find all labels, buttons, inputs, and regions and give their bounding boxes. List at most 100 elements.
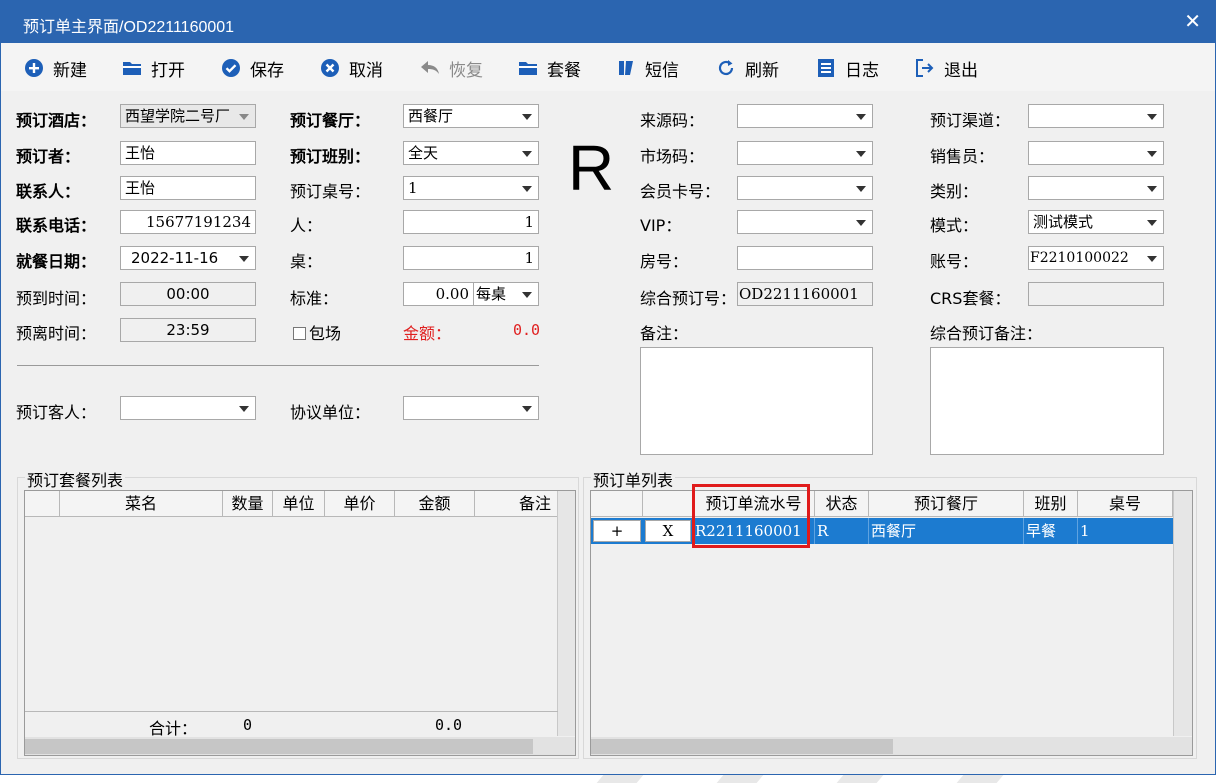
- column-header[interactable]: 金额: [395, 491, 475, 517]
- amount-label: 金额：: [403, 324, 452, 343]
- column-header[interactable]: 数量: [223, 491, 273, 517]
- status-cell[interactable]: R: [815, 518, 869, 544]
- shift-value: 全天: [408, 144, 439, 162]
- table-no-label: 预订桌号：: [290, 182, 371, 201]
- delete-row-button[interactable]: X: [645, 520, 691, 542]
- agreement-select[interactable]: [403, 396, 539, 420]
- footer-decoration: [836, 775, 884, 783]
- package-button[interactable]: 套餐: [517, 55, 581, 81]
- category-select[interactable]: [1028, 176, 1164, 200]
- sales-select[interactable]: [1028, 141, 1164, 165]
- room-field[interactable]: [737, 246, 873, 270]
- standard-unit-select[interactable]: 每桌: [473, 282, 539, 306]
- people-field[interactable]: 1: [403, 210, 539, 234]
- leave-time-field[interactable]: 23:59: [120, 318, 256, 342]
- column-header[interactable]: 备注: [475, 491, 558, 517]
- hotel-select[interactable]: 西望学院二号厂: [120, 104, 256, 128]
- column-header[interactable]: 桌号: [1078, 491, 1173, 517]
- scrollbar-thumb[interactable]: [25, 739, 533, 754]
- exclusive-label: 包场: [309, 324, 342, 343]
- account-select[interactable]: F2210100022: [1028, 246, 1164, 270]
- chevron-down-icon: [522, 186, 532, 192]
- guest-select[interactable]: [120, 396, 256, 420]
- restore-button[interactable]: 恢复: [419, 55, 483, 81]
- column-header[interactable]: 单位: [273, 491, 325, 517]
- crs-field[interactable]: [1028, 282, 1164, 306]
- refresh-icon: [715, 57, 737, 79]
- chevron-down-icon: [1147, 114, 1157, 120]
- booker-field[interactable]: 王怡: [120, 141, 256, 165]
- refresh-button[interactable]: 刷新: [715, 55, 779, 81]
- add-column-header: [591, 491, 643, 517]
- cancel-label: 取消: [349, 60, 383, 81]
- add-row-button[interactable]: +: [593, 520, 641, 542]
- standard-label: 标准：: [290, 289, 339, 308]
- combined-field[interactable]: OD2211160001: [737, 282, 873, 306]
- account-value: F2210100022: [1030, 250, 1129, 266]
- close-icon[interactable]: ✕: [1184, 9, 1201, 33]
- restaurant-select[interactable]: 西餐厅: [403, 104, 539, 128]
- table-no-select[interactable]: 1: [403, 176, 539, 200]
- hotel-label: 预订酒店：: [16, 111, 97, 130]
- column-header[interactable]: 预订餐厅: [869, 491, 1024, 517]
- sms-icon: [615, 57, 637, 79]
- vip-label: VIP：: [640, 216, 682, 235]
- chevron-down-icon: [239, 114, 249, 120]
- arrive-time-field[interactable]: 00:00: [120, 282, 256, 306]
- exclusive-checkbox[interactable]: 包场: [293, 320, 341, 344]
- date-picker[interactable]: 2022-11-16: [120, 246, 256, 270]
- column-header[interactable]: 状态: [815, 491, 869, 517]
- member-select[interactable]: [737, 176, 873, 200]
- vertical-scrollbar[interactable]: [557, 491, 575, 736]
- market-select[interactable]: [737, 141, 873, 165]
- folder-icon: [121, 57, 143, 79]
- sms-label: 短信: [645, 60, 679, 81]
- column-header[interactable]: 单价: [325, 491, 395, 517]
- horizontal-scrollbar[interactable]: [591, 737, 1192, 755]
- people-label: 人：: [290, 216, 323, 235]
- vertical-scrollbar[interactable]: [1173, 491, 1192, 736]
- tables-label: 桌：: [290, 252, 323, 271]
- exit-label: 退出: [944, 60, 978, 81]
- scrollbar-thumb[interactable]: [591, 739, 893, 754]
- phone-field[interactable]: 15677191234: [120, 210, 256, 234]
- column-header[interactable]: 班别: [1024, 491, 1078, 517]
- channel-select[interactable]: [1028, 104, 1164, 128]
- contact-label: 联系人：: [16, 182, 81, 201]
- tables-field[interactable]: 1: [403, 246, 539, 270]
- new-button[interactable]: 新建: [23, 55, 87, 81]
- channel-label: 预订渠道：: [930, 111, 1011, 130]
- open-button[interactable]: 打开: [121, 55, 185, 81]
- exit-icon: [914, 57, 936, 79]
- shift-cell[interactable]: 早餐: [1024, 518, 1078, 544]
- source-select[interactable]: [737, 104, 873, 128]
- table-cell[interactable]: 1: [1078, 518, 1173, 544]
- x-circle-icon: [319, 57, 341, 79]
- chevron-down-icon: [1147, 186, 1157, 192]
- order-list-title: 预订单列表: [591, 467, 676, 491]
- leave-label: 预离时间：: [16, 324, 97, 343]
- agreement-label: 协议单位：: [290, 403, 371, 422]
- shift-label: 预订班别：: [290, 147, 371, 166]
- shift-select[interactable]: 全天: [403, 141, 539, 165]
- chevron-down-icon: [1147, 151, 1157, 157]
- standard-field[interactable]: 0.00: [403, 282, 474, 306]
- contact-field[interactable]: 王怡: [120, 176, 256, 200]
- table-row[interactable]: + X R2211160001 R 西餐厅 早餐 1: [591, 518, 1173, 544]
- remark-textarea[interactable]: [640, 347, 873, 455]
- column-header[interactable]: 菜名: [60, 491, 223, 517]
- combined-label: 综合预订号：: [640, 289, 737, 308]
- restaurant-cell[interactable]: 西餐厅: [869, 518, 1024, 544]
- date-value: 2022-11-16: [131, 249, 219, 267]
- log-button[interactable]: 日志: [815, 55, 879, 81]
- save-button[interactable]: 保存: [220, 55, 284, 81]
- restore-label: 恢复: [449, 60, 483, 81]
- vip-select[interactable]: [737, 210, 873, 234]
- exit-button[interactable]: 退出: [914, 55, 978, 81]
- combined-remark-textarea[interactable]: [930, 347, 1164, 455]
- log-label: 日志: [845, 60, 879, 81]
- sms-button[interactable]: 短信: [615, 55, 679, 81]
- cancel-button[interactable]: 取消: [319, 55, 383, 81]
- horizontal-scrollbar[interactable]: [25, 737, 575, 755]
- mode-select[interactable]: 测试模式: [1028, 210, 1164, 234]
